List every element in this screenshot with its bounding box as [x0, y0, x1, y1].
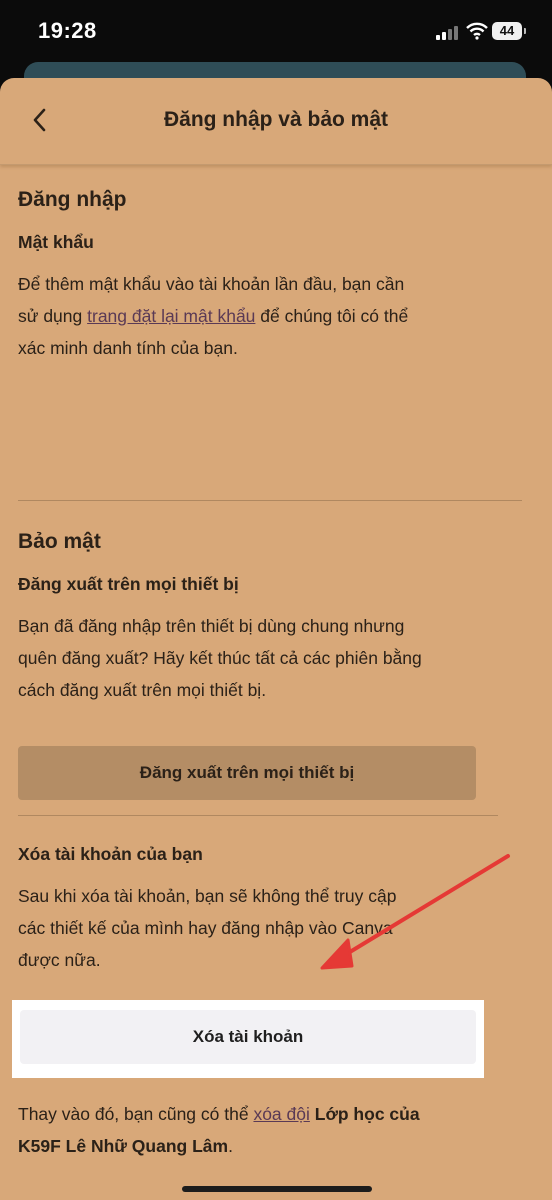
delete-text-line: các thiết kế của mình hay đăng nhập vào …	[18, 918, 393, 938]
delete-team-part: .	[228, 1136, 233, 1156]
delete-team-line: K59F Lê Nhữ Quang Lâm.	[18, 1130, 518, 1162]
password-description: Để thêm mật khẩu vào tài khoản lần đầu, …	[18, 268, 498, 364]
password-text-line: sử dụng trang đặt lại mật khẩu để chúng …	[18, 300, 498, 332]
cellular-signal-icon	[436, 26, 460, 40]
wifi-icon	[466, 22, 488, 40]
team-name: Lớp học của	[309, 1104, 420, 1124]
header: Đăng nhập và bảo mật	[0, 78, 552, 165]
delete-account-button[interactable]: Xóa tài khoản	[20, 1010, 476, 1064]
home-indicator	[182, 1186, 372, 1192]
password-title: Mật khẩu	[18, 232, 94, 252]
delete-team-text: Thay vào đó, bạn cũng có thể xóa đội Lớp…	[18, 1098, 518, 1162]
team-name: K59F Lê Nhữ Quang Lâm	[18, 1136, 229, 1156]
security-section-title: Bảo mật	[18, 530, 101, 553]
status-bar: 19:28 44	[0, 0, 552, 70]
highlight-box: Xóa tài khoản	[12, 1000, 484, 1078]
page-title: Đăng nhập và bảo mật	[163, 108, 389, 131]
delete-account-title: Xóa tài khoản của bạn	[18, 844, 203, 864]
password-text-line: Để thêm mật khẩu vào tài khoản lần đầu, …	[18, 274, 405, 294]
logout-all-title: Đăng xuất trên mọi thiết bị	[18, 574, 239, 594]
status-time: 19:28	[38, 18, 97, 43]
delete-team-line: Thay vào đó, bạn cũng có thể xóa đội Lớp…	[18, 1098, 518, 1130]
delete-text-line: được nữa.	[18, 950, 101, 970]
logout-text-line: quên đăng xuất? Hãy kết thúc tất cả các …	[18, 648, 422, 668]
delete-team-link[interactable]: xóa đội	[253, 1104, 309, 1124]
reset-password-link[interactable]: trang đặt lại mật khẩu	[87, 306, 255, 326]
login-section-title: Đăng nhập	[18, 188, 127, 211]
logout-text-line: Bạn đã đăng nhập trên thiết bị dùng chun…	[18, 616, 405, 636]
divider	[18, 500, 522, 501]
battery-icon: 44	[492, 22, 526, 40]
password-text-line: xác minh danh tính của bạn.	[18, 338, 238, 358]
logout-all-devices-button[interactable]: Đăng xuất trên mọi thiết bị	[18, 746, 476, 800]
password-text-part: sử dụng	[18, 306, 88, 326]
logout-description: Bạn đã đăng nhập trên thiết bị dùng chun…	[18, 610, 498, 706]
logout-text-line: cách đăng xuất trên mọi thiết bị.	[18, 680, 267, 700]
password-text-part: để chúng tôi có thể	[255, 306, 409, 326]
settings-sheet: Đăng nhập và bảo mật Đăng nhập Mật khẩu …	[0, 78, 552, 1200]
divider	[18, 815, 498, 816]
delete-text-line: Sau khi xóa tài khoản, bạn sẽ không thể …	[18, 886, 397, 906]
delete-account-description: Sau khi xóa tài khoản, bạn sẽ không thể …	[18, 880, 498, 976]
delete-team-part: Thay vào đó, bạn cũng có thể	[18, 1104, 254, 1124]
